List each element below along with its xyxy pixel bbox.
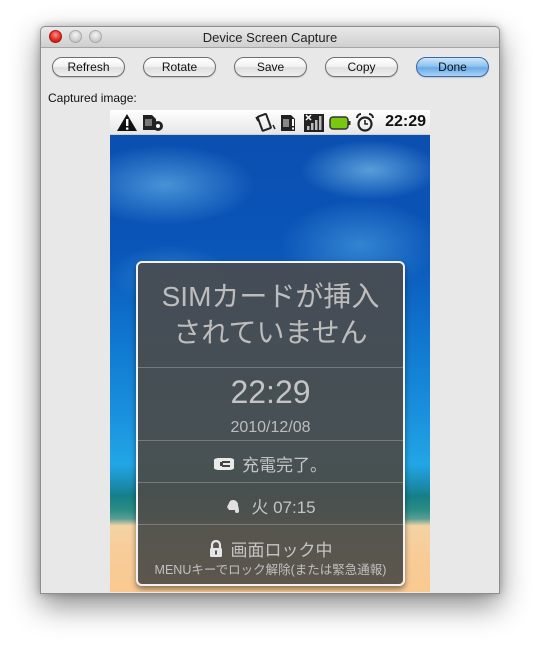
copy-button[interactable]: Copy [325,57,398,77]
lockscreen-date: 2010/12/08 [230,419,311,436]
carrier-message: SIMカードが挿入 されていません [161,281,380,348]
divider [138,367,403,368]
divider [138,524,403,525]
save-button[interactable]: Save [234,57,307,77]
lockscreen-clock: 22:29 [230,374,311,410]
padlock-icon [209,540,222,557]
sim-settings-icon [143,115,163,131]
captured-image: 22:29 SIMカードが挿入 されていません 22:29 2010/12/08 [110,110,430,592]
unlock-hint: MENUキーでロック解除(または緊急通報) [154,563,387,577]
signal-none-icon [304,114,324,132]
beach-wallpaper: SIMカードが挿入 されていません 22:29 2010/12/08 充電完了。 [110,135,430,592]
done-button[interactable]: Done [416,57,489,77]
divider [138,440,403,441]
warning-icon [117,114,137,131]
captured-image-label: Captured image: [48,91,137,105]
charging-plug-icon [214,457,234,470]
rotate-button[interactable]: Rotate [143,57,216,77]
next-alarm: 火 07:15 [138,493,403,518]
alarm-clock-icon [356,113,374,132]
window-title: Device Screen Capture [202,30,338,45]
android-status-bar: 22:29 [110,110,430,135]
status-bar-time: 22:29 [385,113,426,130]
toolbar: Refresh Rotate Save Copy Done [41,57,499,79]
charging-status: 充電完了。 [138,451,403,476]
divider [138,482,403,483]
lock-status: 画面ロック中 [138,536,403,561]
no-sim-icon [281,115,295,131]
alarm-bell-icon [227,499,240,513]
vibrate-icon [255,113,276,132]
battery-full-icon [329,116,351,130]
lock-screen-panel: SIMカードが挿入 されていません 22:29 2010/12/08 充電完了。 [136,261,405,586]
title-bar[interactable]: Device Screen Capture [41,27,499,48]
refresh-button[interactable]: Refresh [52,57,125,77]
device-screen-capture-window: Device Screen Capture Refresh Rotate Sav… [40,26,500,594]
